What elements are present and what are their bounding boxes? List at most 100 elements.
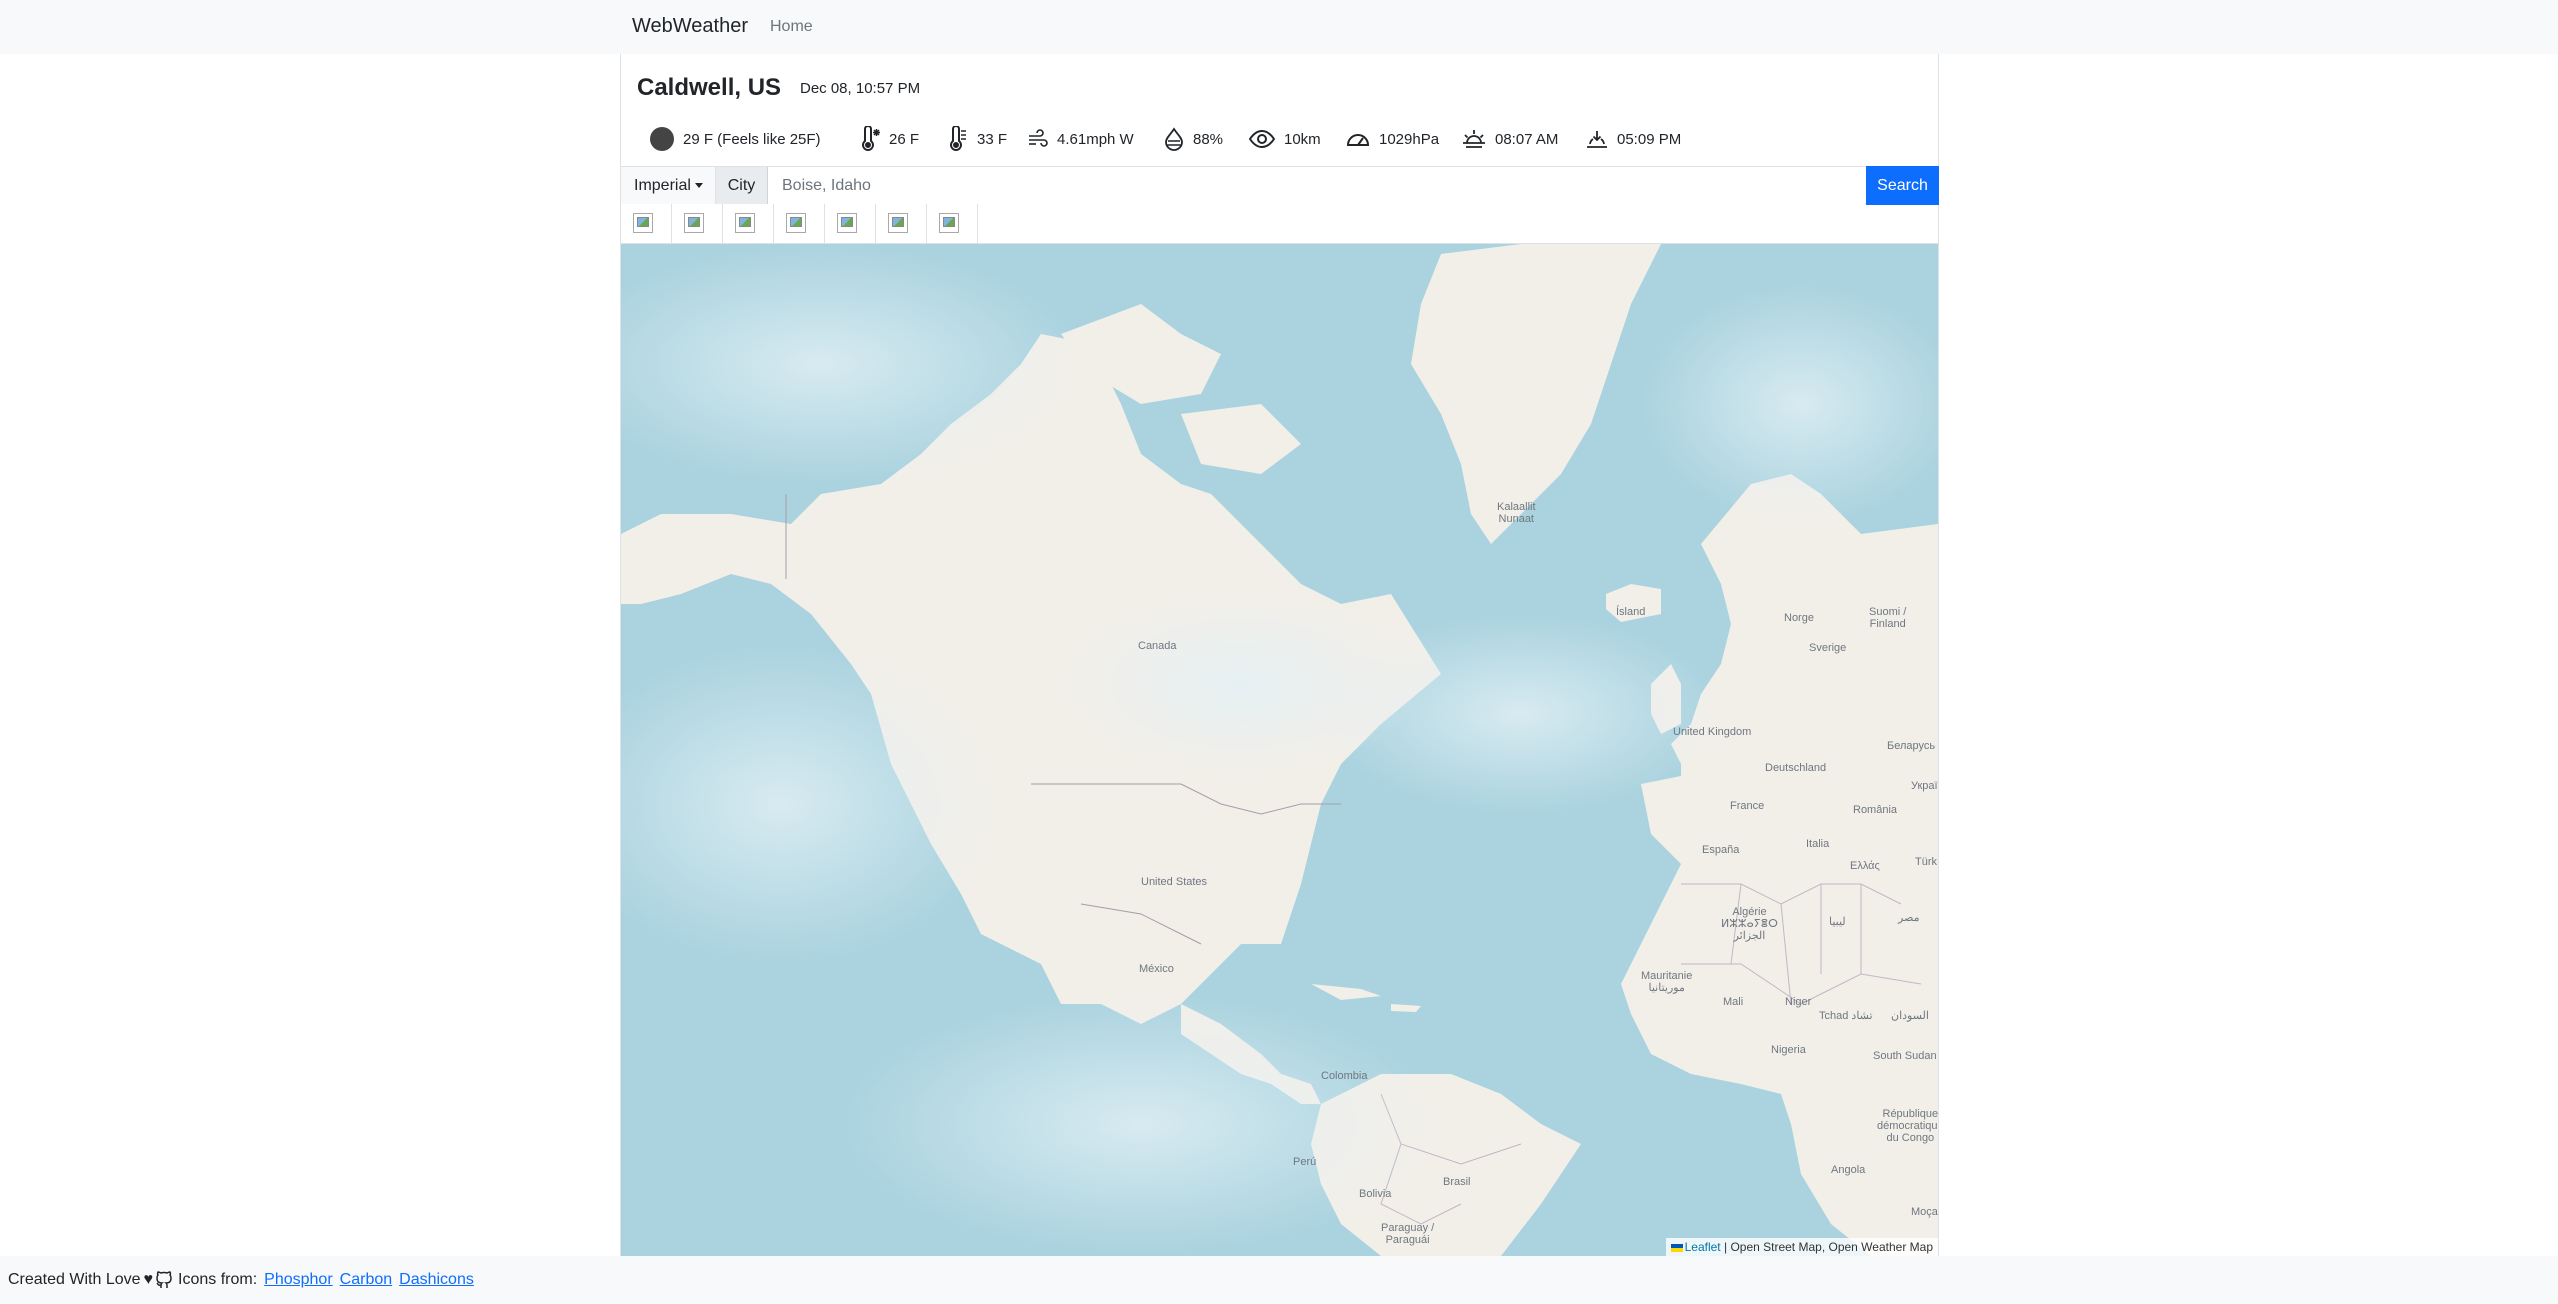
brand-link[interactable]: WebWeather <box>632 15 748 38</box>
stat-humidity: 88% <box>1163 122 1223 156</box>
heart-icon: ♥ <box>143 1271 154 1288</box>
map-label-sudan: السودان <box>1891 1010 1929 1022</box>
map-label-france: France <box>1730 800 1765 812</box>
attribution-sources: Open Street Map, Open Weather Map <box>1730 1240 1933 1254</box>
weather-container: Caldwell, US Dec 08, 10:57 PM 29 F (Feel… <box>620 54 1939 1256</box>
map-attribution: Leaflet | Open Street Map, Open Weather … <box>1665 1238 1938 1256</box>
temp-min-value: 26 F <box>889 130 920 148</box>
map-label-peru: Perú <box>1293 1156 1317 1168</box>
stat-wind: 4.61mph W <box>1027 122 1134 156</box>
map-label-germany: Deutschland <box>1765 762 1827 774</box>
carbon-link[interactable]: Carbon <box>340 1271 392 1289</box>
map-label-mexico: México <box>1139 963 1174 975</box>
temperature-value: 29 F (Feels like 25F) <box>683 130 821 148</box>
phosphor-link[interactable]: Phosphor <box>264 1271 333 1289</box>
weather-map[interactable]: Kalaallit Nunaat Ísland Norge Suomi / Finl… <box>621 244 1938 1256</box>
map-label-romania: România <box>1853 804 1898 816</box>
map-label-algeria: Algérie ⵍⵣⵣⴰⵢⴻⵔ الجزائر <box>1721 906 1778 942</box>
map-layer-toolbar <box>621 204 1938 244</box>
ukraine-flag-icon <box>1670 1243 1683 1252</box>
wind-icon <box>1029 129 1048 147</box>
gauge-icon <box>1346 134 1370 146</box>
map-label-turkey: Türk <box>1915 856 1937 868</box>
map-basemap <box>621 244 1938 1256</box>
footer: Created With Love ♥ Icons from: Phosphor… <box>0 1256 2558 1304</box>
map-label-mozambique: Moçam <box>1911 1206 1938 1218</box>
map-label-italy: Italia <box>1806 838 1830 850</box>
broken-image-icon <box>633 213 653 233</box>
map-label-sweden: Sverige <box>1809 642 1847 654</box>
nav-home-link[interactable]: Home <box>770 18 813 36</box>
map-label-colombia: Colombia <box>1321 1070 1368 1082</box>
map-label-canada: Canada <box>1138 640 1177 652</box>
thermometer-hot-icon <box>950 126 966 151</box>
icons-from-label: Icons from: <box>178 1271 258 1288</box>
map-label-spain: España <box>1702 844 1740 856</box>
stat-temp-min: 26 F <box>859 122 919 156</box>
map-label-bolivia: Bolivia <box>1359 1188 1392 1200</box>
city-title: Caldwell, US <box>637 74 782 101</box>
sunrise-value: 08:07 AM <box>1495 130 1559 148</box>
map-label-south-sudan: South Sudan <box>1873 1050 1937 1062</box>
stat-temperature: 29 F (Feels like 25F) <box>649 122 821 156</box>
drop-icon <box>1165 127 1183 151</box>
map-label-nigeria: Nigeria <box>1771 1044 1806 1056</box>
footer-credit: Created With Love <box>8 1271 141 1288</box>
pressure-value: 1029hPa <box>1379 130 1440 148</box>
map-label-belarus: Беларусь <box>1887 740 1936 752</box>
broken-image-icon <box>786 213 806 233</box>
map-layer-button[interactable] <box>876 204 927 244</box>
github-icon[interactable] <box>154 1270 174 1290</box>
visibility-value: 10km <box>1284 130 1321 148</box>
map-label-ukraine: Украї <box>1911 780 1938 792</box>
broken-image-icon <box>888 213 908 233</box>
cloud-overlay <box>1061 594 1421 774</box>
map-label-egypt: مصر <box>1898 912 1920 924</box>
stat-visibility: 10km <box>1248 122 1321 156</box>
sunrise-icon <box>1463 130 1485 148</box>
map-label-norway: Norge <box>1784 612 1814 624</box>
search-button[interactable]: Search <box>1866 166 1939 205</box>
attribution-separator: | <box>1720 1240 1731 1254</box>
units-selected: Imperial <box>634 176 691 194</box>
map-label-mali: Mali <box>1723 996 1744 1008</box>
map-label-niger: Niger <box>1785 996 1812 1008</box>
leaflet-link[interactable]: Leaflet <box>1685 1240 1721 1254</box>
cloud-overlay <box>841 994 1441 1254</box>
broken-image-icon <box>837 213 857 233</box>
stat-sunset: 05:09 PM <box>1585 122 1681 156</box>
map-layer-button[interactable] <box>825 204 876 244</box>
map-layer-button[interactable] <box>621 204 672 244</box>
current-datetime: Dec 08, 10:57 PM <box>800 80 921 97</box>
dashicons-link[interactable]: Dashicons <box>399 1271 474 1289</box>
map-label-uk: United Kingdom <box>1673 726 1752 738</box>
search-group: Imperial City Search <box>621 166 1939 205</box>
map-label-greece: Ελλάς <box>1850 860 1880 872</box>
units-dropdown[interactable]: Imperial <box>621 167 716 204</box>
map-label-iceland: Ísland <box>1616 606 1646 618</box>
city-field-label: City <box>716 167 768 204</box>
caret-down-icon <box>694 183 703 188</box>
stat-temp-max: 33 F <box>947 122 1007 156</box>
sunset-value: 05:09 PM <box>1617 130 1682 148</box>
map-label-usa: United States <box>1141 876 1208 888</box>
humidity-value: 88% <box>1193 130 1224 148</box>
map-label-libya: ليبيا <box>1829 916 1846 928</box>
temp-max-value: 33 F <box>977 130 1008 148</box>
map-layer-button[interactable] <box>672 204 723 244</box>
city-search-input[interactable] <box>768 167 1865 204</box>
map-label-congo: République démocratique du Congo <box>1877 1108 1938 1144</box>
map-label-chad: Tchad تشاد <box>1819 1010 1873 1022</box>
broken-image-icon <box>735 213 755 233</box>
map-layer-button[interactable] <box>927 204 978 244</box>
stat-pressure: 1029hPa <box>1345 122 1439 156</box>
stat-sunrise: 08:07 AM <box>1461 122 1558 156</box>
map-layer-button[interactable] <box>774 204 825 244</box>
sunset-icon <box>1587 131 1607 148</box>
broken-image-icon <box>939 213 959 233</box>
weather-stats-row: 29 F (Feels like 25F) 26 F 33 F 4.61mph … <box>621 122 1938 156</box>
map-label-angola: Angola <box>1831 1164 1866 1176</box>
map-label-greenland: Kalaallit Nunaat <box>1497 501 1536 525</box>
map-layer-button[interactable] <box>723 204 774 244</box>
wind-value: 4.61mph W <box>1057 130 1134 148</box>
